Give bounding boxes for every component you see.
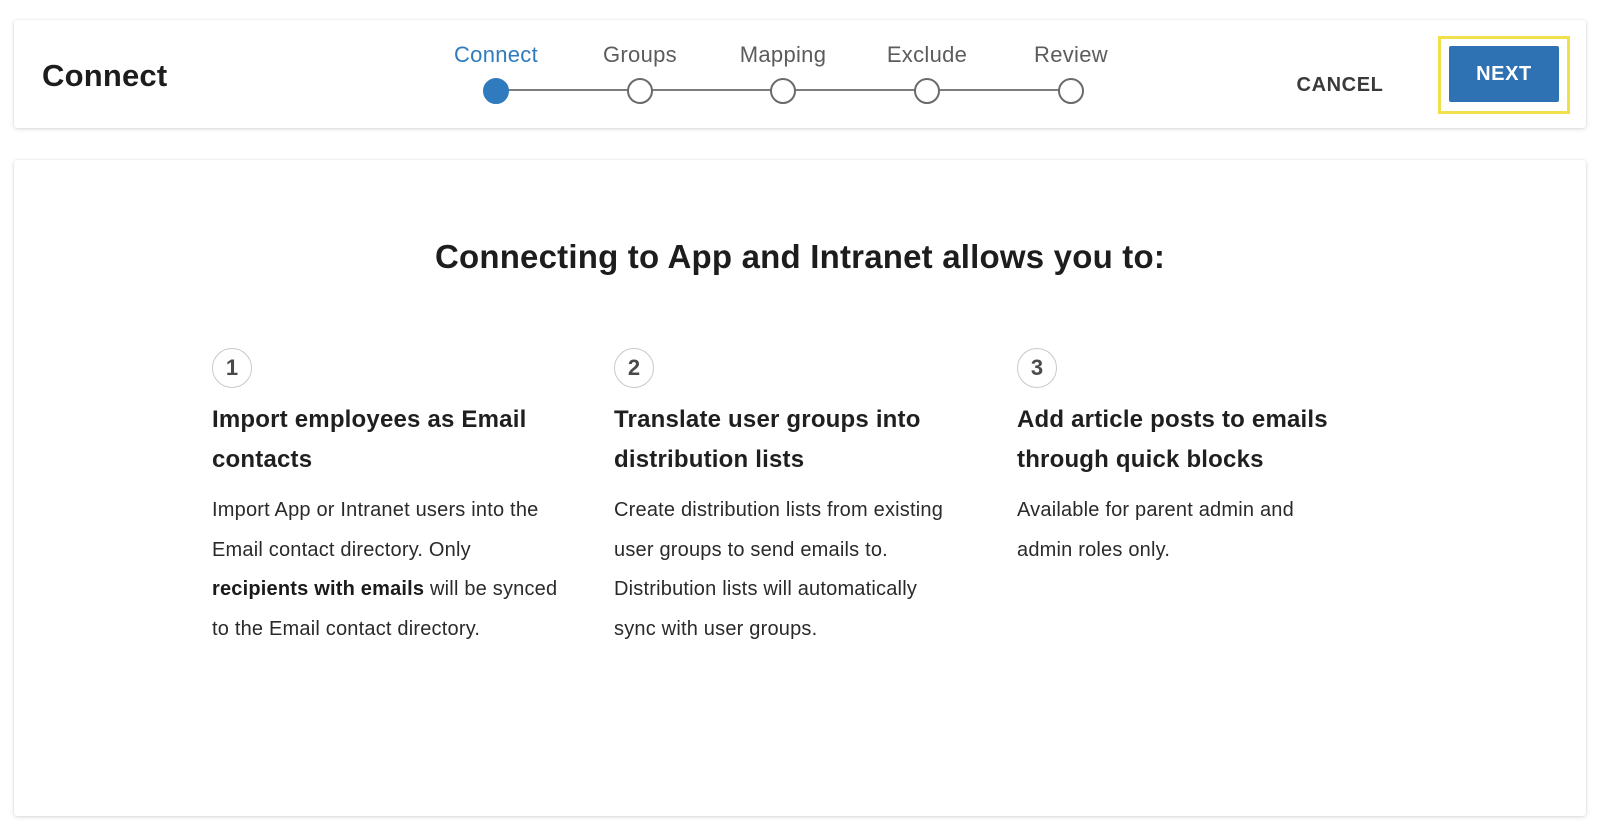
feature-title: Add article posts to emails through quic… [1017,406,1328,473]
feature-description: Import App or Intranet users into the Em… [212,491,562,649]
feature-description: Create distribution lists from existing … [614,491,964,649]
cancel-button[interactable]: CANCEL [1290,70,1390,100]
step-dot-icon [1058,78,1084,104]
step-label: Groups [603,42,677,67]
feature-description-text: Create distribution lists from existing … [614,499,944,640]
step-label: Review [1034,42,1108,67]
feature-number-badge: 3 [1017,348,1057,388]
feature-title: Import employees as Email contacts [212,406,527,473]
content-card: Connecting to App and Intranet allows yo… [14,160,1586,816]
feature-description: Available for parent admin and admin rol… [1017,491,1347,570]
step-dot-icon [914,78,940,104]
feature-description-text: Available for parent admin and admin rol… [1017,499,1294,561]
step-dot-icon [627,78,653,104]
feature-number-badge: 1 [212,348,252,388]
step-label: Connect [453,42,539,67]
step-dot-icon [770,78,796,104]
content-heading: Connecting to App and Intranet allows yo… [434,238,1166,275]
step-label: Mapping [739,42,827,67]
step-mapping[interactable]: Mapping [713,20,853,128]
step-review[interactable]: Review [1001,20,1141,128]
feature-translate-groups: 2 Translate user groups into distributio… [614,348,964,649]
feature-import-employees: 1 Import employees as Email contacts Imp… [212,348,562,649]
feature-description-text: Import App or Intranet users into the Em… [212,499,539,561]
wizard-header: Connect Connect Groups Mapping Exclude R… [14,20,1586,128]
step-exclude[interactable]: Exclude [857,20,997,128]
step-groups[interactable]: Groups [570,20,710,128]
step-dot-active-icon [483,78,509,104]
step-label: Exclude [886,42,968,67]
feature-article-posts: 3 Add article posts to emails through qu… [1017,348,1347,570]
feature-title: Translate user groups into distribution … [614,406,921,473]
next-button[interactable]: NEXT [1449,46,1559,102]
feature-description-emphasis: recipients with emails [212,578,425,600]
step-connect[interactable]: Connect [426,20,566,128]
feature-number-badge: 2 [614,348,654,388]
